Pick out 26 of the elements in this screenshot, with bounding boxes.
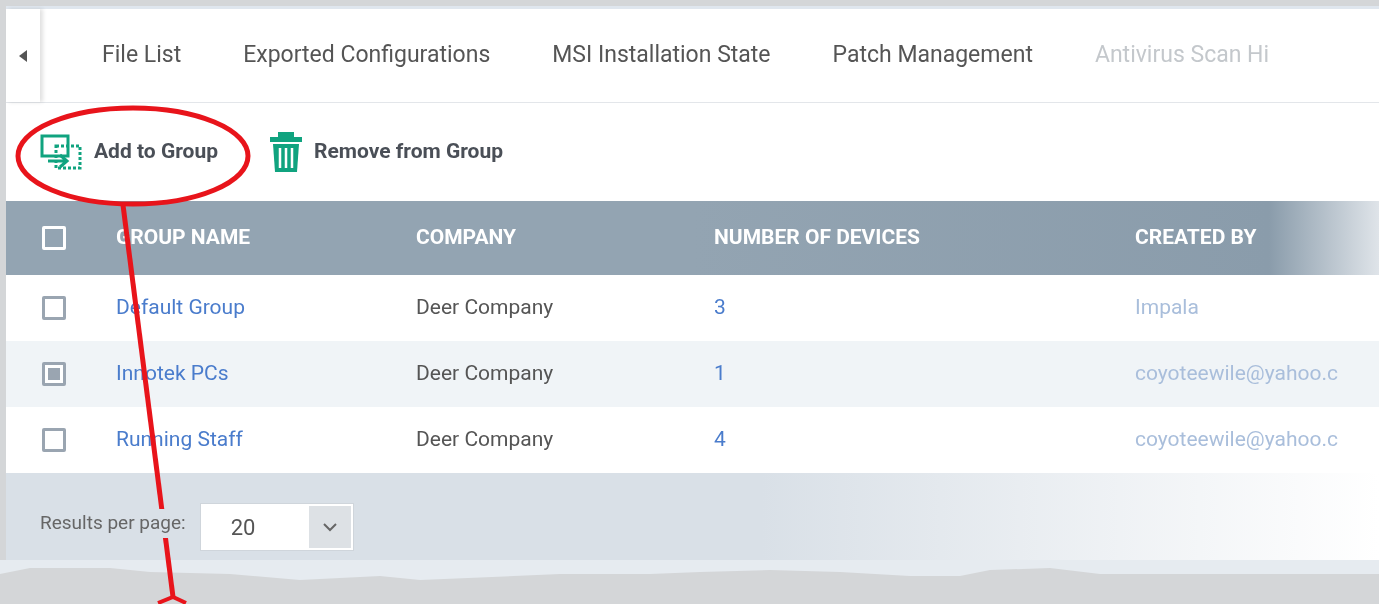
table-cell[interactable]: 1	[714, 358, 1135, 390]
table-cell[interactable]: 3	[714, 292, 1135, 324]
table-cell[interactable]: 4	[714, 424, 1135, 456]
column-header: COMPANY	[416, 224, 518, 252]
results-per-page-label: Results per page:	[40, 509, 186, 538]
column-header: CREATED BY	[1135, 224, 1258, 252]
trash-icon	[268, 131, 304, 173]
add-to-group-icon	[40, 134, 84, 170]
table-cell-text: Impala	[1135, 294, 1200, 322]
tab[interactable]: Exported Configurations	[243, 30, 491, 81]
toolbar-button[interactable]: Remove from Group	[268, 131, 503, 173]
scroll-left-icon[interactable]	[19, 49, 27, 62]
checkbox[interactable]	[42, 362, 66, 386]
tab[interactable]: MSI Installation State	[552, 30, 771, 81]
table-cell-text: Deer Company	[416, 294, 555, 322]
checkbox[interactable]	[42, 428, 66, 452]
table-cell-text: Deer Company	[416, 360, 555, 388]
tab[interactable]: Patch Management	[832, 30, 1033, 81]
checkbox[interactable]	[42, 296, 66, 320]
table-cell-text: coyoteewile@yahoo.c	[1135, 426, 1339, 454]
chevron-down-icon	[322, 522, 337, 532]
column-header: NUMBER OF DEVICES	[714, 224, 921, 252]
table-cell-text: coyoteewile@yahoo.c	[1135, 360, 1339, 388]
table-cell-text: Deer Company	[416, 426, 555, 454]
results-per-page-select[interactable]: 20	[199, 503, 354, 551]
tab[interactable]: File List	[102, 30, 182, 81]
